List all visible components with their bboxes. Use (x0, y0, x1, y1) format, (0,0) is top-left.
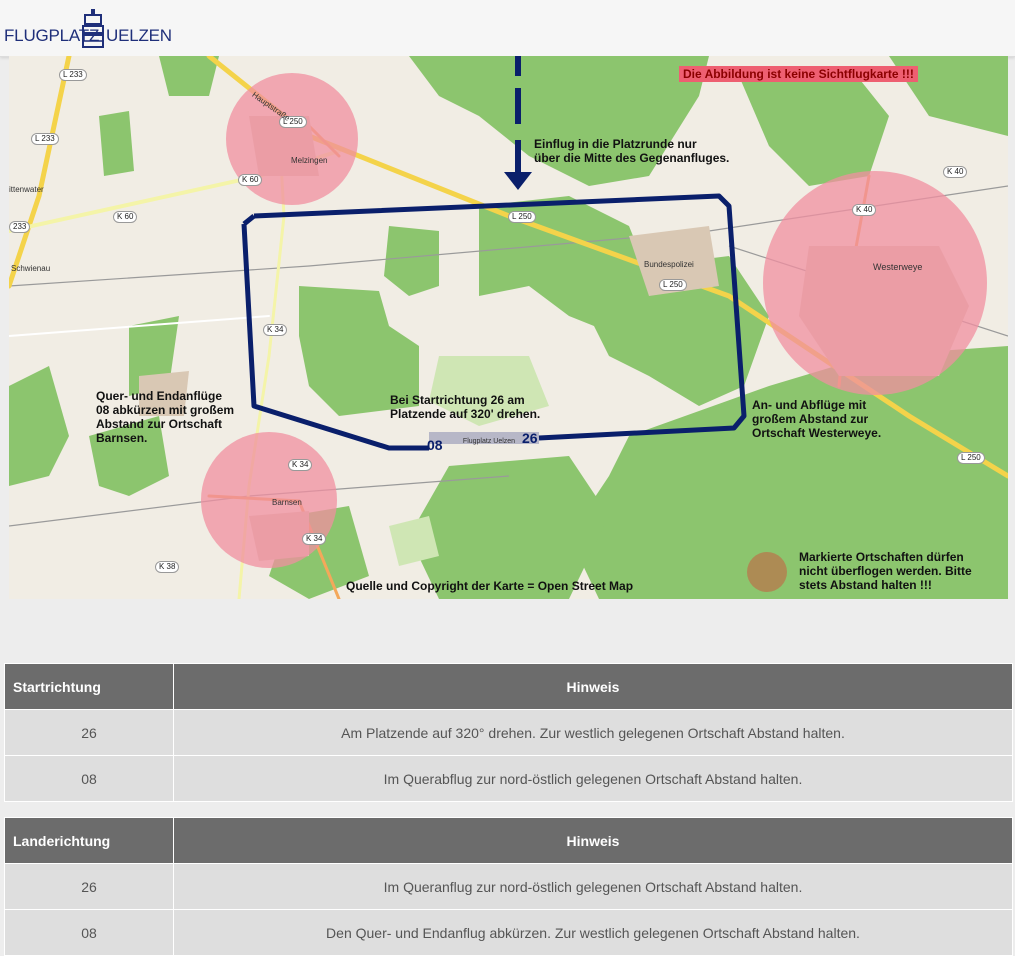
table-header-row: Startrichtung Hinweis (4, 663, 1013, 710)
annotation-center: Bei Startrichtung 26 am Platzende auf 32… (390, 393, 541, 421)
road-tag: K 34 (302, 533, 327, 545)
place-label: Flugplatz Uelzen (462, 438, 516, 445)
road-tag: K 60 (238, 174, 263, 186)
road-tag: K 40 (943, 166, 968, 178)
road-tag: K 38 (155, 561, 180, 573)
annotation-west: Quer- und Endanflüge 08 abkürzen mit gro… (96, 389, 235, 445)
table-cell: Im Querabflug zur nord-östlich gelegenen… (173, 755, 1013, 802)
map-graphic (9, 56, 1008, 599)
traffic-circuit-map: Die Abbildung ist keine Sichtflugkarte !… (9, 56, 1008, 599)
road-tag: K 34 (288, 459, 313, 471)
landing-table: Landerichtung Hinweis 26 Im Queranflug z… (4, 817, 1013, 956)
road-tag: L 250 (508, 211, 536, 223)
runway-26-label: 26 (522, 430, 538, 446)
table-cell: Im Queranflug zur nord-östlich gelegenen… (173, 863, 1013, 910)
table-cell: Den Quer- und Endanflug abkürzen. Zur we… (173, 909, 1013, 956)
place-label: Bundespolizei (644, 260, 694, 269)
road-tag: K 60 (113, 211, 138, 223)
legend-text: Markierte Ortschaften dürfen nicht überf… (799, 550, 972, 592)
road-tag: L 233 (59, 69, 87, 81)
table-row: 26 Am Platzende auf 320° drehen. Zur wes… (4, 709, 1013, 756)
site-header: FLUGPLATZ UELZEN (0, 0, 1015, 57)
departure-table: Startrichtung Hinweis 26 Am Platzende au… (4, 663, 1013, 802)
table-cell: 08 (4, 755, 174, 802)
table-cell: 26 (4, 709, 174, 756)
tower-icon (82, 9, 104, 48)
column-header: Landerichtung (4, 817, 174, 864)
column-header: Hinweis (173, 817, 1013, 864)
road-tag: L 250 (659, 279, 687, 291)
table-row: 08 Im Querabflug zur nord-östlich gelege… (4, 755, 1013, 802)
annotation-entry: Einflug in die Platzrunde nur über die M… (534, 137, 730, 165)
road-tag: L 250 (957, 452, 985, 464)
runway-08-label: 08 (427, 437, 443, 453)
place-label: Melzingen (291, 156, 328, 165)
table-row: 08 Den Quer- und Endanflug abkürzen. Zur… (4, 909, 1013, 956)
logo-text-right: UELZEN (106, 26, 172, 45)
table-header-row: Landerichtung Hinweis (4, 817, 1013, 864)
table-cell: 26 (4, 863, 174, 910)
road-tag: K 40 (852, 204, 877, 216)
table-cell: 08 (4, 909, 174, 956)
table-row: 26 Im Queranflug zur nord-östlich gelege… (4, 863, 1013, 910)
road-tag: K 34 (263, 324, 288, 336)
place-label: ittenwater (9, 185, 44, 194)
warning-banner: Die Abbildung ist keine Sichtflugkarte !… (679, 66, 918, 82)
table-cell: Am Platzende auf 320° drehen. Zur westli… (173, 709, 1013, 756)
place-label: Barnsen (272, 498, 302, 507)
road-tag: 233 (9, 221, 31, 233)
place-label: Schwienau (11, 264, 51, 273)
column-header: Startrichtung (4, 663, 174, 710)
annotation-east: An- und Abflüge mit großem Abstand zur O… (752, 398, 882, 440)
map-source: Quelle und Copyright der Karte = Open St… (346, 579, 634, 593)
column-header: Hinweis (173, 663, 1013, 710)
road-tag: L 233 (31, 133, 59, 145)
place-label: Westerweye (873, 262, 923, 272)
